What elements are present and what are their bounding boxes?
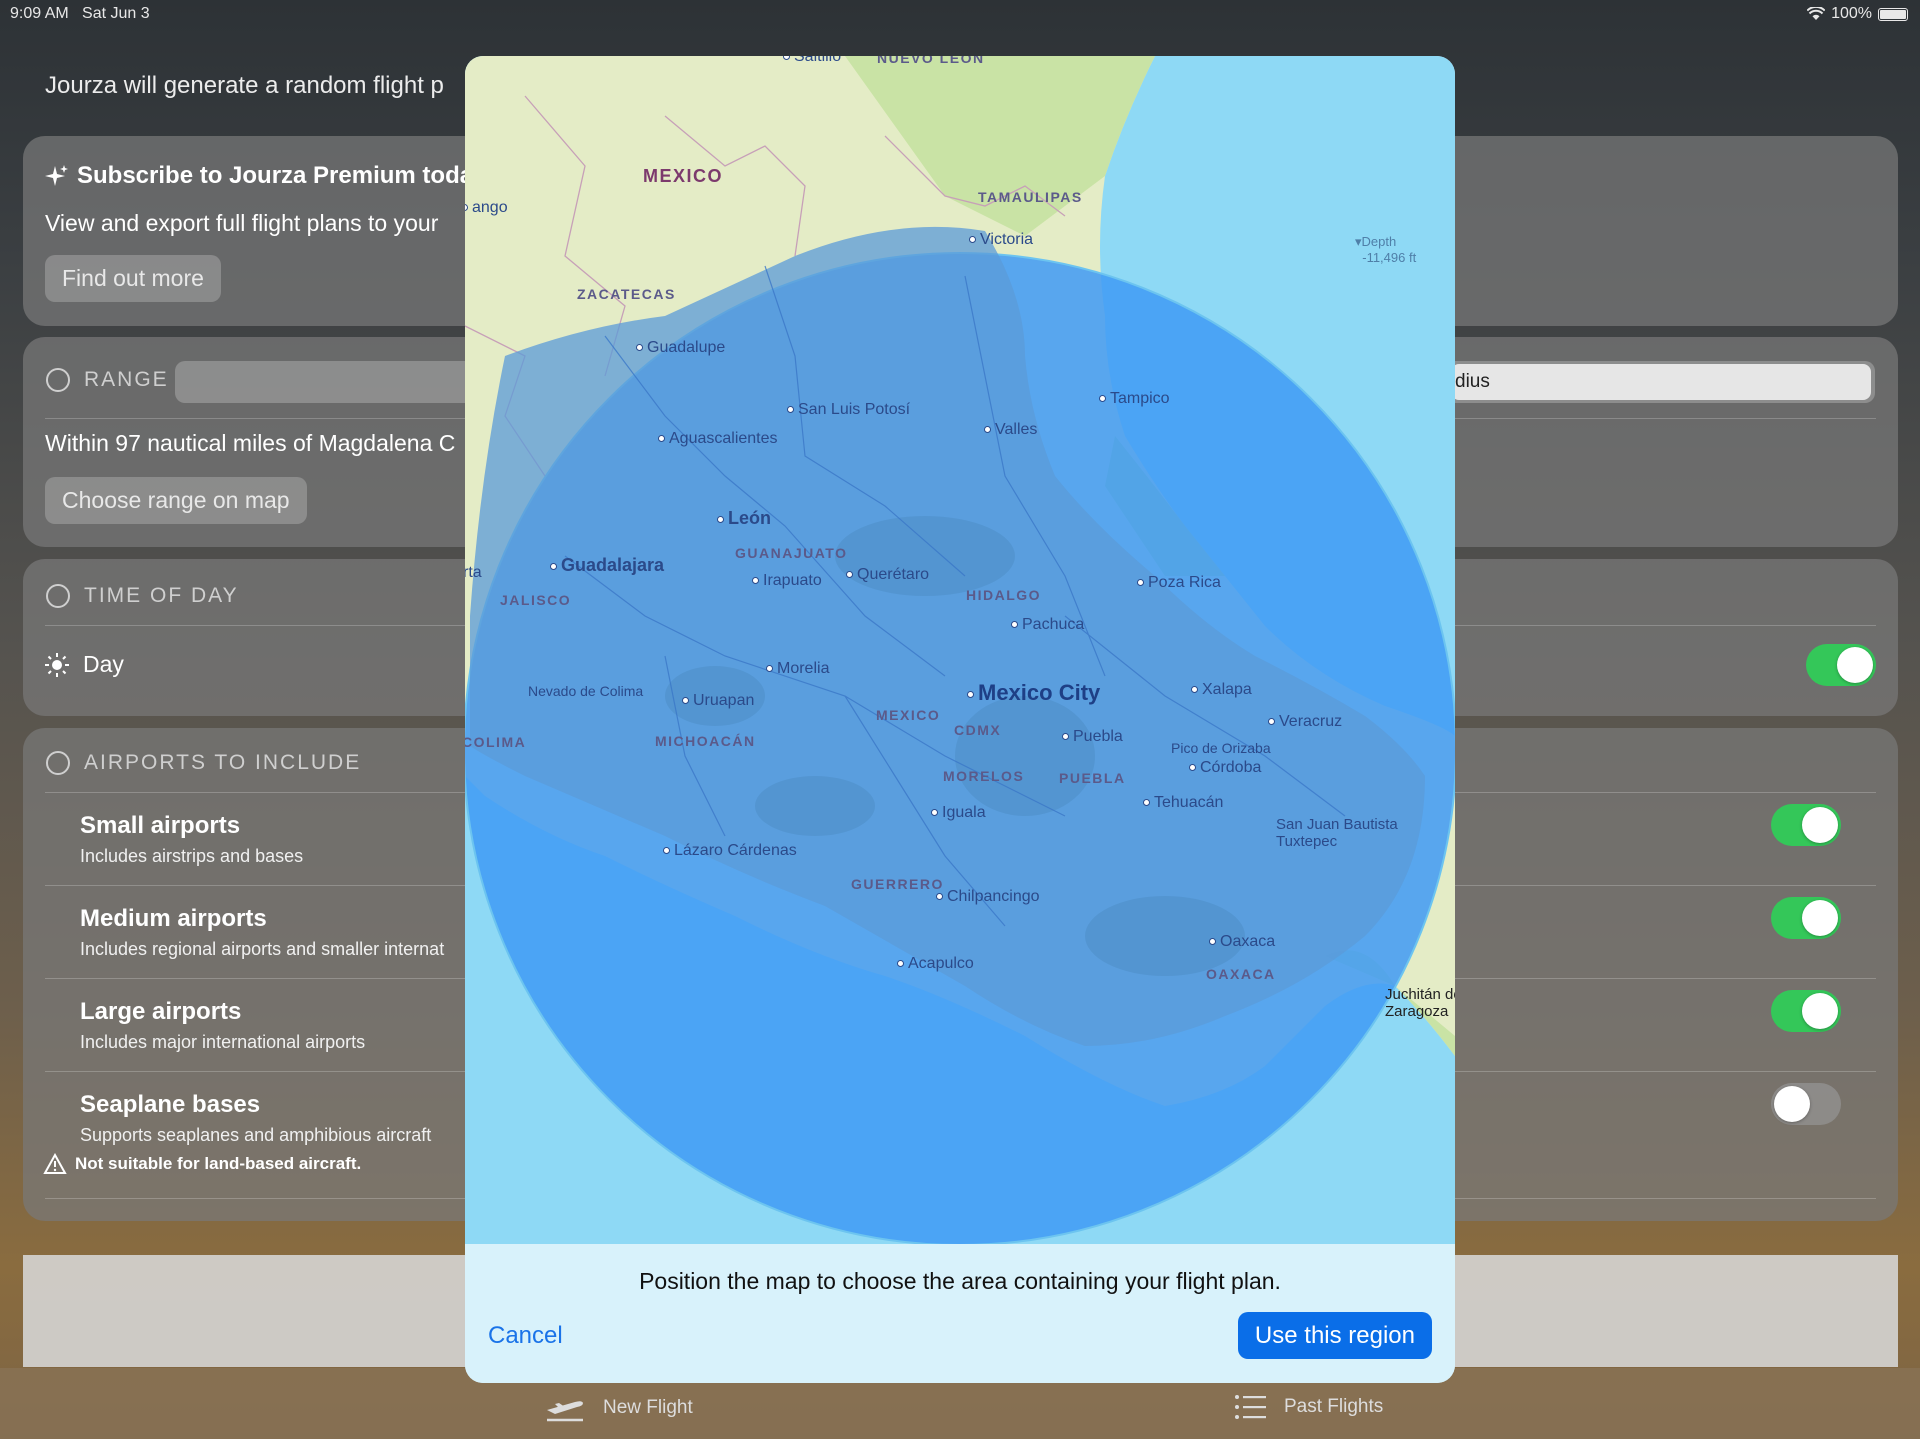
premium-title: Subscribe to Jourza Premium toda (77, 162, 474, 189)
modal-footer: Position the map to choose the area cont… (465, 1244, 1455, 1383)
map-state-label: GUANAJUATO (735, 545, 848, 561)
map-state-label: GUERRERO (851, 876, 944, 892)
airport-title: Small airports (80, 812, 241, 839)
range-header: RANGE (46, 368, 169, 392)
wifi-icon (1807, 7, 1826, 20)
map-city-label: Guadalupe (636, 339, 725, 357)
map-state-label: NUEVO LEON (877, 56, 985, 66)
map-city-label: ango (465, 199, 508, 217)
map-city-label: Aguascalientes (658, 430, 778, 448)
airport-subtitle: Includes major international airports (80, 1032, 366, 1052)
airplane-icon (547, 1401, 583, 1422)
map-state-label: PUEBLA (1059, 770, 1126, 786)
map-city-label: Uruapan (682, 692, 754, 710)
map-city-label: Lázaro Cárdenas (663, 842, 797, 860)
seaplane-toggle[interactable] (1771, 1083, 1841, 1125)
map-city-label: Xalapa (1191, 681, 1252, 699)
map-city-label: León (717, 508, 771, 529)
medium-airports-toggle[interactable] (1771, 897, 1841, 939)
map-state-label: COLIMA (465, 734, 527, 750)
map-city-label: Córdoba (1189, 759, 1261, 777)
map-state-label: HIDALGO (966, 587, 1042, 603)
airport-subtitle: Supports seaplanes and amphibious aircra… (80, 1125, 432, 1145)
battery-icon (1878, 7, 1908, 21)
day-toggle[interactable] (1806, 644, 1876, 686)
map-city-label: Victoria (969, 231, 1033, 249)
map-city-label: Irapuato (752, 572, 822, 590)
map-state-label: OAXACA (1206, 966, 1276, 982)
tab-new-flight[interactable]: New Flight (545, 1394, 693, 1422)
map-base (465, 56, 1455, 1244)
map-city-label: Iguala (931, 804, 986, 822)
airport-subtitle: Includes airstrips and bases (80, 846, 304, 866)
map-state-label: MICHOACÁN (655, 733, 756, 749)
map-city-label: Pachuca (1011, 616, 1084, 634)
map-state-label: MEXICO (876, 707, 941, 723)
airport-subtitle: Includes regional airports and smaller i… (80, 939, 445, 959)
map-state-label: CDMX (954, 722, 1002, 738)
time-of-day-header: TIME OF DAY (46, 584, 239, 608)
map-city-label: Chilpancingo (936, 888, 1040, 906)
map-city-label: Querétaro (846, 566, 929, 584)
modal-instruction: Position the map to choose the area cont… (639, 1268, 1281, 1294)
map-state-label: TAMAULIPAS (978, 189, 1083, 205)
airport-title: Large airports (80, 998, 242, 1025)
list-icon (1235, 1395, 1266, 1419)
tab-past-flights[interactable]: Past Flights (1234, 1394, 1383, 1420)
map-city-label: Morelia (766, 660, 829, 678)
status-bar: 9:09 AM Sat Jun 3 100% (0, 0, 1920, 28)
map-city-label: Veracruz (1268, 713, 1342, 731)
map-city-label: Acapulco (897, 955, 974, 973)
map-city-label: San Luis Potosí (787, 401, 910, 419)
map-city-label: Tehuacán (1143, 794, 1223, 812)
map-city-label: Poza Rica (1137, 574, 1221, 592)
airports-header: AIRPORTS TO INCLUDE (46, 751, 361, 775)
airport-title: Seaplane bases (80, 1091, 261, 1118)
map-city-label: Puebla (1062, 728, 1123, 746)
sun-icon (45, 652, 69, 677)
map-state-label: MORELOS (943, 768, 1025, 784)
large-airports-toggle[interactable] (1771, 990, 1841, 1032)
map-city-label: Saltillo (783, 56, 841, 66)
small-airports-toggle[interactable] (1771, 804, 1841, 846)
map-city-label: rta (465, 564, 482, 581)
depth-label: ▾Depth -11,496 ft (1355, 234, 1417, 265)
map-city-label: Nevado de Colima (528, 683, 644, 699)
sparkle-icon (45, 165, 68, 186)
map-city-label: Guadalajara (550, 555, 664, 576)
airports-icon (46, 751, 70, 775)
status-time: 9:09 AM Sat Jun 3 (10, 5, 150, 22)
map-state-label: JALISCO (500, 592, 572, 608)
seaplane-warning: Not suitable for land-based aircraft. (75, 1154, 362, 1173)
map-city-label: Tampico (1099, 390, 1170, 408)
cancel-button[interactable]: Cancel (488, 1322, 563, 1350)
range-description: Within 97 nautical miles of Magdalena C (45, 430, 456, 456)
map-state-label: ZACATECAS (577, 286, 676, 302)
battery-percent: 100% (1831, 5, 1872, 22)
clock-icon (46, 584, 70, 608)
map-country-label: MEXICO (643, 166, 724, 186)
intro-text: Jourza will generate a random flight p (45, 72, 444, 99)
choose-range-button[interactable]: Choose range on map (45, 477, 307, 524)
map-city-label: Oaxaca (1209, 933, 1275, 951)
map-city-label: Valles (984, 421, 1037, 439)
map-city-label: San Juan Bautista Tuxtepec (1276, 816, 1398, 850)
region-map[interactable]: Saltillo NUEVO LEON ango MEXICO TAMAULIP… (465, 56, 1455, 1244)
map-city-label: Mexico City (967, 680, 1100, 706)
range-map-modal: Saltillo NUEVO LEON ango MEXICO TAMAULIP… (465, 56, 1455, 1383)
airport-title: Medium airports (80, 905, 267, 932)
use-this-region-button[interactable]: Use this region (1237, 1312, 1432, 1359)
segment-radius[interactable]: dius (1451, 364, 1871, 400)
warning-icon (43, 1153, 67, 1174)
premium-body: View and export full flight plans to you… (45, 210, 439, 236)
map-city-label: Pico de Orizaba (1171, 740, 1271, 756)
find-out-more-button[interactable]: Find out more (45, 255, 221, 302)
map-city-label: Juchitán de Zaragoza (1385, 986, 1455, 1020)
range-icon (46, 368, 70, 392)
day-label: Day (83, 651, 124, 677)
